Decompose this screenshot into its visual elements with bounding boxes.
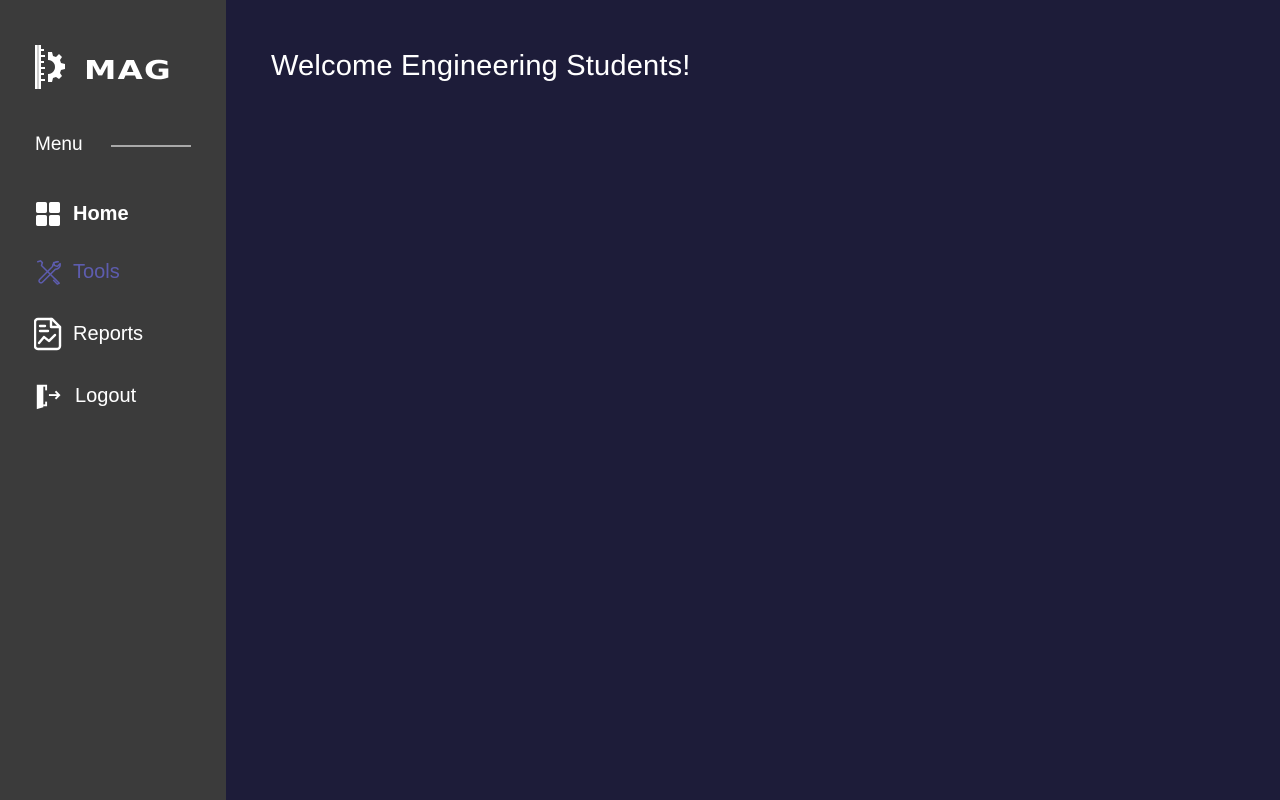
sidebar-item-label: Logout — [75, 384, 137, 407]
menu-heading-label: Menu — [35, 134, 83, 155]
sidebar-item-label: Tools — [73, 260, 120, 283]
tools-icon — [34, 256, 62, 288]
menu-divider — [111, 145, 191, 147]
sidebar-item-home[interactable]: Home — [34, 198, 129, 230]
ruler-gear-icon — [35, 45, 65, 89]
sidebar-item-logout[interactable]: Logout — [34, 380, 136, 412]
brand-logo[interactable]: MAG — [34, 44, 171, 90]
grid-icon — [34, 198, 62, 230]
main-content: Welcome Engineering Students! — [226, 0, 1280, 800]
sidebar-item-tools[interactable]: Tools — [34, 256, 120, 288]
page-title: Welcome Engineering Students! — [271, 50, 691, 82]
sidebar-item-label: Home — [73, 202, 129, 225]
logout-door-icon — [34, 380, 62, 412]
brand-name: MAG — [84, 56, 172, 86]
sidebar: MAG Menu Home Tools Reports Logout — [0, 0, 226, 800]
sidebar-item-label: Reports — [73, 322, 144, 345]
sidebar-item-reports[interactable]: Reports — [34, 317, 144, 351]
menu-heading: Menu — [35, 134, 191, 156]
report-icon — [34, 317, 62, 351]
